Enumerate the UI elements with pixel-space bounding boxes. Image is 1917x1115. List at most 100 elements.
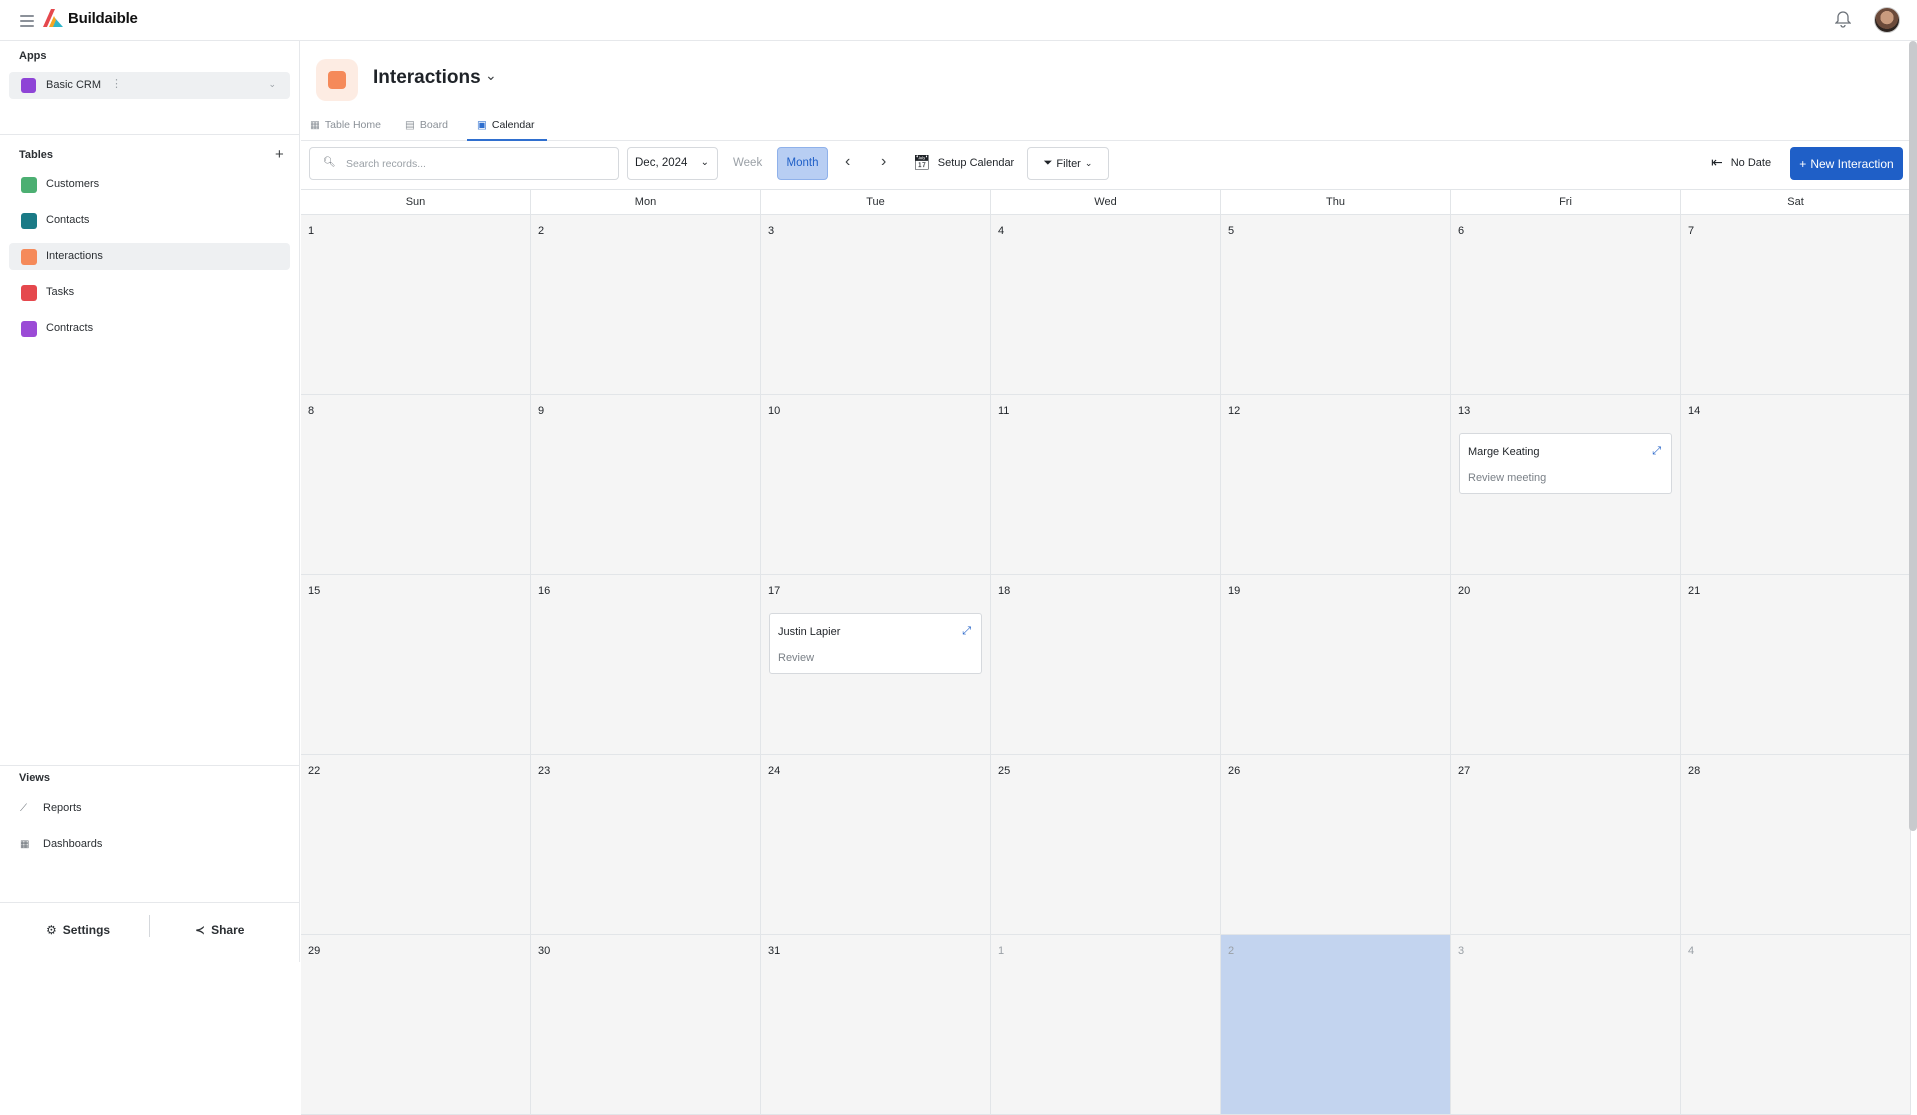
share-label: Share [211,923,245,937]
day-number: 25 [998,765,1011,777]
week-view-button[interactable]: Week [733,157,762,169]
calendar-day-cell[interactable]: 23 [531,755,761,934]
day-number: 22 [308,765,321,777]
page-scrollbar[interactable] [1909,41,1917,831]
tab-calendar[interactable]: ▣ Calendar [477,119,535,131]
tab-board[interactable]: ▤ Board [405,119,448,131]
calendar-icon: ▣ [477,119,487,131]
no-date-button[interactable]: ⇤ No Date [1711,154,1771,171]
views-section-title: Views [19,772,50,784]
calendar-day-cell[interactable]: 25 [991,755,1221,934]
more-options-icon[interactable]: ⋮ [111,77,122,90]
sidebar-item-contacts[interactable]: Contacts [9,207,290,234]
sidebar-item-contracts[interactable]: Contracts [9,315,290,342]
notifications-bell-icon[interactable] [1834,10,1852,33]
sidebar-item-reports[interactable]: ⟋ Reports [20,802,82,814]
calendar-day-cell[interactable]: 9 [531,395,761,574]
calendar-day-cell[interactable]: 26 [1221,755,1451,934]
day-number: 3 [1458,945,1465,957]
share-icon: ≺ [195,923,206,937]
app-logo[interactable]: Buildaible [43,9,138,27]
calendar-day-cell[interactable]: 5 [1221,215,1451,394]
sidebar-item-label: Contracts [46,322,94,334]
calendar-day-cell[interactable]: 28 [1681,755,1911,934]
interactions-header-icon [316,59,358,101]
previous-month-button[interactable]: ‹ [845,154,850,170]
app-selector[interactable]: Basic CRM ⋮ ⌄ [9,72,290,99]
weekday-header: Mon [531,190,761,214]
calendar-week-row: 29 30 31 1 2 3 4 [301,935,1911,1115]
calendar-day-cell[interactable]: 16 [531,575,761,754]
calendar-day-cell[interactable]: 22 [301,755,531,934]
calendar-day-cell[interactable]: 8 [301,395,531,574]
day-number: 1 [998,945,1005,957]
menu-icon[interactable] [20,15,34,27]
next-month-button[interactable]: › [881,154,886,170]
calendar-day-cell[interactable]: 13 Marge Keating ⤢ Review meeting [1451,395,1681,574]
calendar-day-cell[interactable]: 10 [761,395,991,574]
add-table-icon[interactable]: + [275,147,284,162]
day-number: 19 [1228,585,1241,597]
calendar-week-row: 22 23 24 25 26 27 28 [301,755,1911,935]
calendar-week-row: 15 16 17 Justin Lapier ⤢ Review 18 19 20 21 [301,575,1911,755]
filter-button[interactable]: ⏷ Filter ⌄ [1027,147,1109,180]
tab-table-home[interactable]: ▦ Table Home [310,119,381,131]
month-view-button[interactable]: Month [777,147,828,180]
expand-icon[interactable]: ⤢ [962,625,971,638]
event-card[interactable]: Marge Keating ⤢ Review meeting [1459,433,1672,494]
day-number: 8 [308,405,315,417]
sidebar-item-tasks[interactable]: Tasks [9,279,290,306]
day-number: 5 [1228,225,1235,237]
weekday-header: Sun [301,190,531,214]
chevron-down-icon[interactable]: ⌄ [268,79,276,90]
calendar-day-cell[interactable]: 7 [1681,215,1911,394]
calendar-day-cell[interactable]: 24 [761,755,991,934]
day-number: 2 [1228,945,1235,957]
calendar-day-cell[interactable]: 21 [1681,575,1911,754]
settings-button[interactable]: ⚙ Settings [46,923,110,937]
day-number: 20 [1458,585,1471,597]
day-number: 30 [538,945,551,957]
calendar-day-cell[interactable]: 6 [1451,215,1681,394]
filter-icon: ⏷ [1043,157,1053,169]
search-icon: 🔍︎ [323,157,336,168]
calendar-day-cell[interactable]: 11 [991,395,1221,574]
event-card[interactable]: Justin Lapier ⤢ Review [769,613,982,674]
sidebar-item-interactions[interactable]: Interactions [9,243,290,270]
calendar-day-cell[interactable]: 27 [1451,755,1681,934]
expand-icon[interactable]: ⤢ [1652,445,1661,458]
day-number: 18 [998,585,1011,597]
event-name: Justin Lapier [778,626,841,638]
month-picker[interactable]: Dec, 2024 ⌄ [627,147,718,180]
calendar-day-cell[interactable]: 17 Justin Lapier ⤢ Review [761,575,991,754]
new-interaction-button[interactable]: + New Interaction [1790,147,1903,180]
sidebar-item-dashboards[interactable]: ▦ Dashboards [20,838,102,850]
day-number: 16 [538,585,551,597]
share-button[interactable]: ≺ Share [195,923,244,937]
calendar-day-cell[interactable]: 12 [1221,395,1451,574]
calendar-grid: Sun Mon Tue Wed Thu Fri Sat 1 2 3 4 5 6 7 8 9 10 11 12 13 Ma… [301,189,1911,1115]
calendar-day-cell[interactable]: 4 [991,215,1221,394]
day-number: 9 [538,405,545,417]
search-input[interactable] [346,155,606,173]
sidebar-item-customers[interactable]: Customers [9,171,290,198]
contracts-icon [21,321,37,337]
gear-icon: ⚙ [46,923,57,937]
calendar-day-cell[interactable]: 2 [531,215,761,394]
title-chevron-down-icon[interactable]: ⌄ [485,67,497,84]
calendar-day-cell[interactable]: 15 [301,575,531,754]
sidebar-item-label: Reports [43,802,82,814]
setup-calendar-button[interactable]: 📅︎ Setup Calendar [913,154,1014,171]
calendar-day-cell[interactable]: 19 [1221,575,1451,754]
calendar-day-cell[interactable]: 1 [301,215,531,394]
calendar-day-cell[interactable]: 3 [761,215,991,394]
calendar-day-cell[interactable]: 18 [991,575,1221,754]
search-box[interactable]: 🔍︎ [309,147,619,180]
tab-label: Board [419,119,448,131]
day-number: 4 [998,225,1005,237]
day-number: 23 [538,765,551,777]
user-avatar[interactable] [1874,7,1900,33]
calendar-day-cell[interactable]: 14 [1681,395,1911,574]
calendar-day-cell[interactable]: 20 [1451,575,1681,754]
calendar-week-row: 8 9 10 11 12 13 Marge Keating ⤢ Review meeting 14 [301,395,1911,575]
